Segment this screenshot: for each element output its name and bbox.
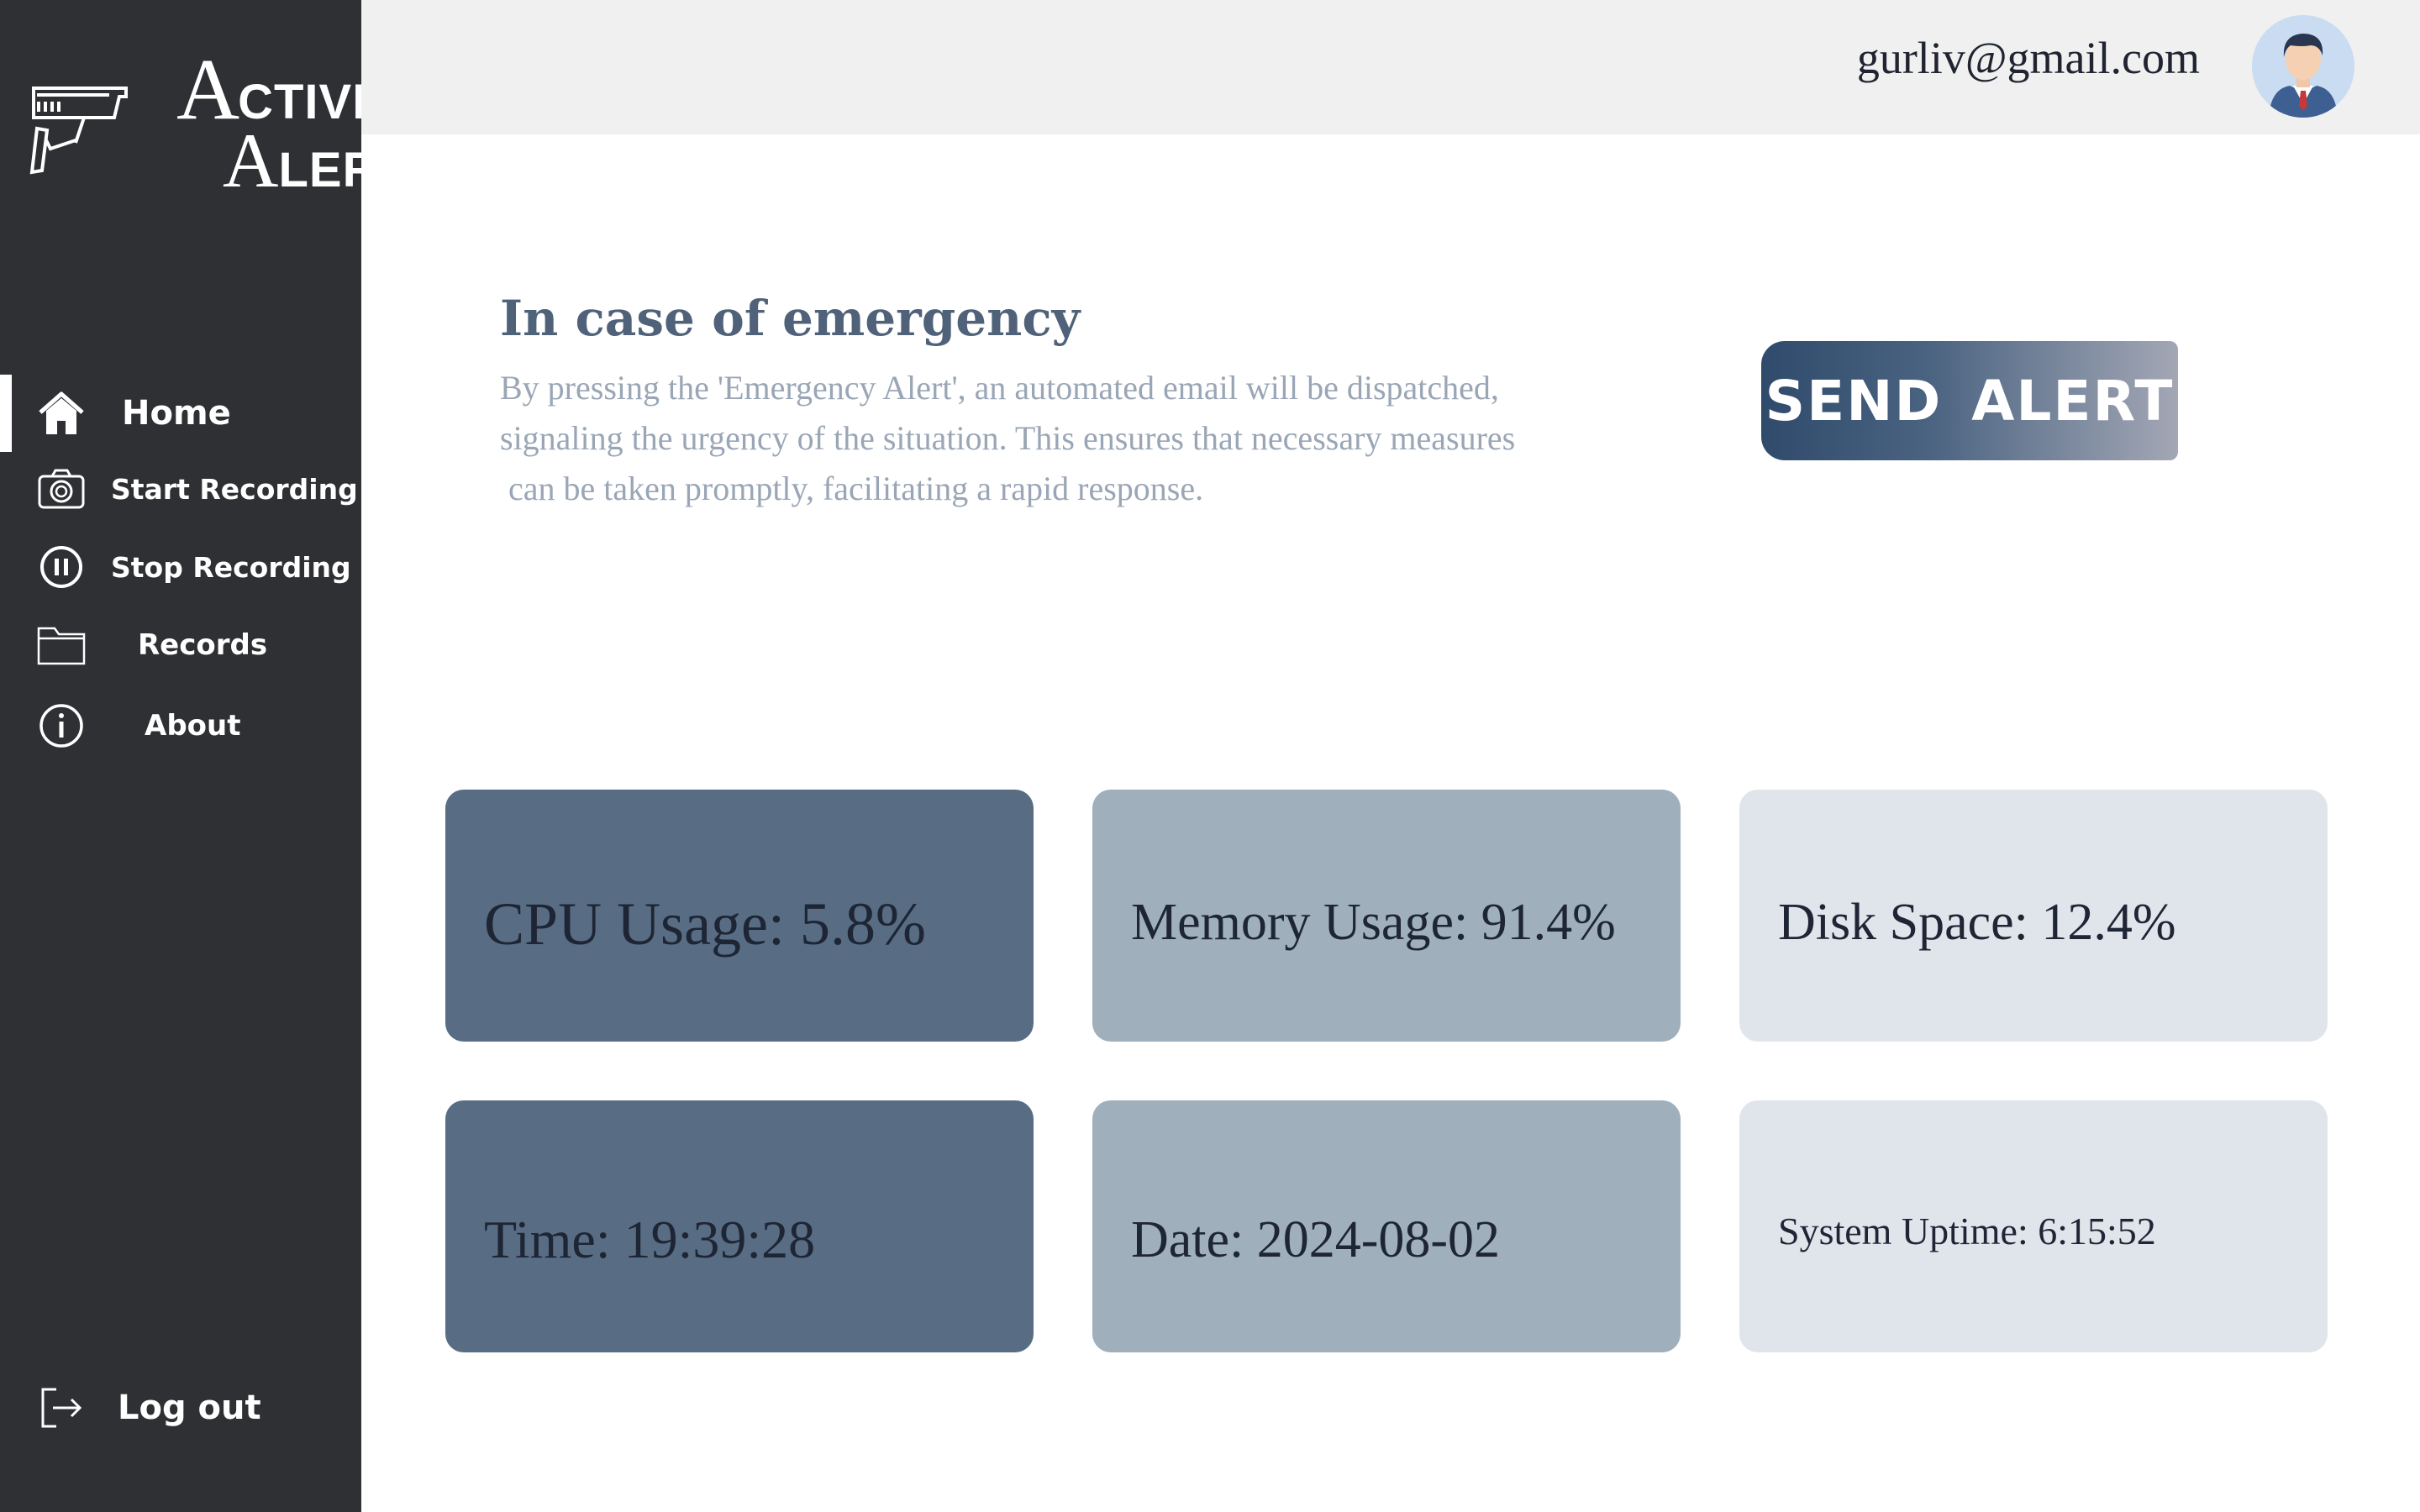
app-logo[interactable]: ACTIVE ALERT [25, 46, 408, 199]
emergency-description: By pressing the 'Emergency Alert', an au… [500, 369, 1516, 507]
top-header: gurliv@gmail.com [361, 0, 2420, 134]
memory-usage-card: Memory Usage: 91.4% [1092, 790, 1681, 1042]
sidebar-item-label: Records [138, 628, 268, 662]
cpu-usage-value: CPU Usage: 5.8% [484, 890, 926, 958]
sidebar-item-stop-recording[interactable]: Stop Recording [0, 533, 361, 601]
disk-space-card: Disk Space: 12.4% [1739, 790, 2328, 1042]
date-value: Date: 2024-08-02 [1131, 1210, 1501, 1268]
system-uptime-value: System Uptime: 6:15:52 [1778, 1209, 2156, 1252]
user-avatar-icon[interactable] [2252, 15, 2354, 118]
logout-label: Log out [118, 1389, 261, 1427]
date-card: Date: 2024-08-02 [1092, 1100, 1681, 1352]
logout-button[interactable]: Log out [0, 1374, 361, 1441]
cpu-usage-card: CPU Usage: 5.8% [445, 790, 1034, 1042]
security-camera-icon [29, 87, 128, 175]
sidebar-item-label: About [145, 709, 241, 743]
sidebar-item-label: Stop Recording [111, 550, 351, 584]
sidebar-item-records[interactable]: Records [0, 612, 361, 679]
system-uptime-card: System Uptime: 6:15:52 [1739, 1100, 2328, 1352]
sidebar-item-label: Home [122, 394, 231, 433]
disk-space-value: Disk Space: 12.4% [1778, 893, 2176, 951]
home-icon [35, 387, 87, 439]
sidebar-item-start-recording[interactable]: Start Recording [0, 455, 361, 522]
sidebar-item-label: Start Recording [111, 472, 358, 506]
sidebar-item-home[interactable]: Home [0, 375, 361, 452]
info-icon [35, 700, 87, 752]
sidebar-item-about[interactable]: About [0, 692, 361, 759]
camera-icon [35, 463, 87, 515]
time-value: Time: 19:39:28 [484, 1210, 816, 1269]
pause-circle-icon [35, 541, 87, 593]
user-email: gurliv@gmail.com [1856, 33, 2200, 83]
send-alert-button[interactable]: SEND ALERT [1761, 341, 2178, 460]
memory-usage-value: Memory Usage: 91.4% [1131, 893, 1616, 951]
logout-icon [35, 1382, 87, 1434]
folder-icon [35, 619, 87, 671]
time-card: Time: 19:39:28 [445, 1100, 1034, 1352]
emergency-title: In case of emergency [500, 290, 1081, 347]
sidebar: ACTIVE ALERT Home Start Recording Stop R… [0, 0, 408, 1512]
